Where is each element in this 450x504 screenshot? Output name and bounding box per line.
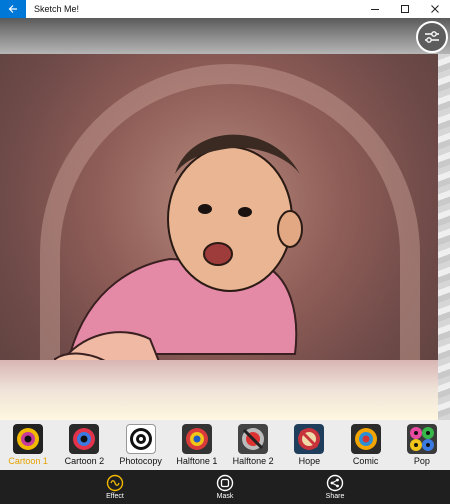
- effect-label: Comic: [352, 456, 379, 466]
- cartoon-lens-icon: [69, 424, 100, 454]
- effect-label: Cartoon 2: [64, 456, 105, 466]
- cartoon-lens-icon: [13, 424, 44, 454]
- effect-halftone-2[interactable]: Halftone 2: [225, 420, 281, 470]
- share-icon: [326, 474, 344, 492]
- mask-button[interactable]: Mask: [170, 470, 280, 504]
- comic-lens-icon: [350, 424, 381, 454]
- maximize-button[interactable]: [390, 0, 420, 18]
- minimize-button[interactable]: [360, 0, 390, 18]
- effect-label: Cartoon 1: [8, 456, 48, 466]
- adjust-settings-button[interactable]: [416, 21, 448, 53]
- effect-comic[interactable]: Comic: [338, 420, 394, 470]
- effect-label: Hope: [298, 456, 321, 466]
- share-button-label: Share: [325, 493, 345, 500]
- effect-halftone-1[interactable]: Halftone 1: [169, 420, 225, 470]
- close-icon: [431, 5, 439, 13]
- canvas-header-strip: [0, 18, 450, 54]
- vertical-scrollbar[interactable]: [438, 54, 450, 420]
- blanket: [0, 360, 438, 420]
- minimize-icon: [371, 9, 379, 10]
- effect-hope[interactable]: Hope: [281, 420, 337, 470]
- sliders-icon: [425, 31, 439, 43]
- back-arrow-icon: [8, 5, 17, 13]
- share-button[interactable]: Share: [280, 470, 390, 504]
- effect-cartoon-2[interactable]: Cartoon 2: [56, 420, 112, 470]
- effect-label: Halftone 1: [176, 456, 218, 466]
- close-button[interactable]: [420, 0, 450, 18]
- halftone-lens-icon: [238, 424, 269, 454]
- title-bar: Sketch Me!: [0, 0, 450, 18]
- effect-label: Halftone 2: [232, 456, 274, 466]
- effect-photocopy[interactable]: Photocopy: [113, 420, 169, 470]
- effect-pop[interactable]: Pop: [394, 420, 450, 470]
- hope-lens-icon: [294, 424, 325, 454]
- app-title: Sketch Me!: [34, 4, 80, 14]
- back-button[interactable]: [0, 0, 26, 18]
- effect-label: Photocopy: [119, 456, 162, 466]
- effect-button[interactable]: Effect: [60, 470, 170, 504]
- effect-cartoon-1[interactable]: Cartoon 1: [0, 420, 56, 470]
- effect-icon: [106, 474, 124, 492]
- bottom-app-bar: Effect Mask Share: [0, 470, 450, 504]
- image-canvas[interactable]: [0, 18, 450, 420]
- processed-photo[interactable]: [0, 54, 438, 420]
- effects-strip: Cartoon 1 Cartoon 2 Photocopy Halftone 1…: [0, 420, 450, 470]
- photocopy-lens-icon: [125, 424, 156, 454]
- effect-button-label: Effect: [106, 493, 124, 500]
- maximize-icon: [401, 5, 409, 13]
- pop-lens-icon: [406, 424, 437, 454]
- halftone-lens-icon: [181, 424, 212, 454]
- effect-label: Pop: [413, 456, 430, 466]
- mask-icon: [216, 474, 234, 492]
- mask-button-label: Mask: [216, 493, 234, 500]
